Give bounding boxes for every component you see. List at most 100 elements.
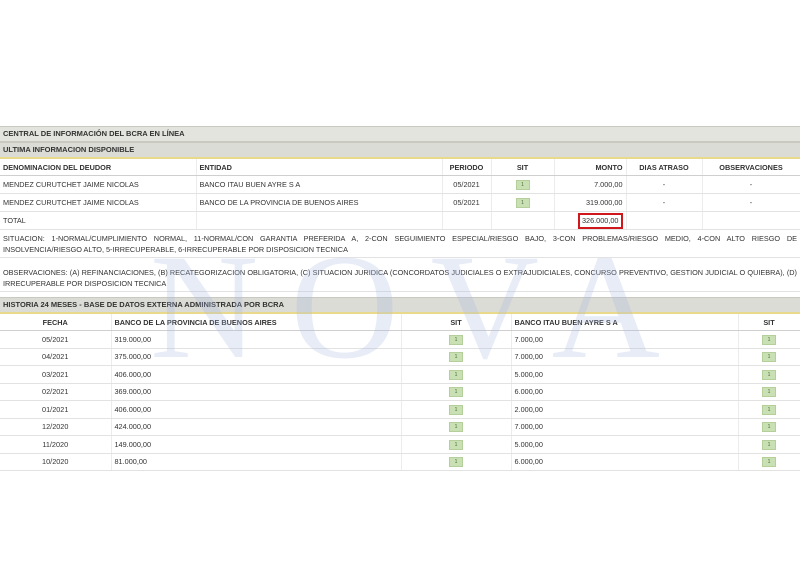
entidad-cell: BANCO DE LA PROVINCIA DE BUENOS AIRES bbox=[196, 193, 443, 212]
sit-badge: 1 bbox=[449, 369, 463, 380]
fecha-cell: 04/2021 bbox=[0, 348, 112, 366]
sit-provincia-cell: 1 bbox=[401, 453, 512, 471]
col-monto: MONTO bbox=[554, 159, 627, 176]
total-value: 326.000,00 bbox=[577, 212, 623, 229]
provincia-monto-cell: 149.000,00 bbox=[111, 435, 402, 454]
deudor-cell: MENDEZ CURUTCHET JAIME NICOLAS bbox=[0, 175, 197, 194]
col-sit: SIT bbox=[491, 159, 555, 176]
periodo-cell: 05/2021 bbox=[442, 175, 492, 194]
sit-provincia-cell: 1 bbox=[401, 400, 512, 419]
provincia-monto-cell: 369.000,00 bbox=[111, 383, 402, 401]
total-label: TOTAL bbox=[0, 211, 197, 230]
sit-badge: 1 bbox=[515, 198, 530, 208]
sit-itau-cell: 1 bbox=[738, 365, 800, 384]
table-row: MENDEZ CURUTCHET JAIME NICOLAS BANCO DE … bbox=[0, 193, 800, 212]
table-row: 05/2021 319.000,00 1 7.000,00 1 bbox=[0, 330, 800, 349]
historia-title: HISTORIA 24 MESES - BASE DE DATOS EXTERN… bbox=[0, 297, 800, 314]
col-sit-itau: SIT bbox=[738, 314, 800, 331]
table-row: 01/2021 406.000,00 1 2.000,00 1 bbox=[0, 400, 800, 419]
fecha-cell: 12/2020 bbox=[0, 418, 112, 436]
table-row: 04/2021 375.000,00 1 7.000,00 1 bbox=[0, 348, 800, 366]
deudas-table: DENOMINACION DEL DEUDOR ENTIDAD PERIODO … bbox=[0, 159, 800, 230]
col-banco-itau: BANCO ITAU BUEN AYRE S A bbox=[511, 314, 739, 331]
itau-monto-cell: 5.000,00 bbox=[511, 435, 739, 454]
provincia-monto-cell: 319.000,00 bbox=[111, 330, 402, 349]
itau-monto-cell: 6.000,00 bbox=[511, 453, 739, 471]
fecha-cell: 10/2020 bbox=[0, 453, 112, 471]
fecha-cell: 01/2021 bbox=[0, 400, 112, 419]
table-row: 10/2020 81.000,00 1 6.000,00 1 bbox=[0, 453, 800, 471]
col-entidad: ENTIDAD bbox=[196, 159, 443, 176]
col-deudor: DENOMINACION DEL DEUDOR bbox=[0, 159, 197, 176]
sit-badge: 1 bbox=[762, 387, 776, 398]
bcra-report: CENTRAL DE INFORMACIÓN DEL BCRA EN LÍNEA… bbox=[0, 126, 800, 471]
sit-badge: 1 bbox=[449, 439, 463, 450]
sit-badge: 1 bbox=[762, 422, 776, 433]
itau-monto-cell: 7.000,00 bbox=[511, 330, 739, 349]
sit-provincia-cell: 1 bbox=[401, 348, 512, 366]
sit-itau-cell: 1 bbox=[738, 400, 800, 419]
table-row: MENDEZ CURUTCHET JAIME NICOLAS BANCO ITA… bbox=[0, 175, 800, 194]
sit-provincia-cell: 1 bbox=[401, 330, 512, 349]
fecha-cell: 03/2021 bbox=[0, 365, 112, 384]
itau-monto-cell: 7.000,00 bbox=[511, 348, 739, 366]
observaciones-legend: OBSERVACIONES: (A) REFINANCIACIONES, (B)… bbox=[0, 264, 800, 292]
itau-monto-cell: 7.000,00 bbox=[511, 418, 739, 436]
sit-itau-cell: 1 bbox=[738, 435, 800, 454]
sit-badge: 1 bbox=[515, 180, 530, 190]
sit-badge: 1 bbox=[762, 404, 776, 415]
sit-itau-cell: 1 bbox=[738, 383, 800, 401]
monto-cell: 7.000,00 bbox=[554, 175, 627, 194]
situacion-legend: SITUACION: 1-NORMAL/CUMPLIMIENTO NORMAL,… bbox=[0, 230, 800, 258]
col-banco-provincia: BANCO DE LA PROVINCIA DE BUENOS AIRES bbox=[111, 314, 402, 331]
total-row: TOTAL 326.000,00 bbox=[0, 211, 800, 230]
provincia-monto-cell: 406.000,00 bbox=[111, 365, 402, 384]
itau-monto-cell: 5.000,00 bbox=[511, 365, 739, 384]
entidad-cell: BANCO ITAU BUEN AYRE S A bbox=[196, 175, 443, 194]
deudas-header-row: DENOMINACION DEL DEUDOR ENTIDAD PERIODO … bbox=[0, 159, 800, 176]
fecha-cell: 11/2020 bbox=[0, 435, 112, 454]
sit-provincia-cell: 1 bbox=[401, 418, 512, 436]
table-row: 02/2021 369.000,00 1 6.000,00 1 bbox=[0, 383, 800, 401]
sit-itau-cell: 1 bbox=[738, 348, 800, 366]
col-fecha: FECHA bbox=[0, 314, 112, 331]
provincia-monto-cell: 375.000,00 bbox=[111, 348, 402, 366]
sit-itau-cell: 1 bbox=[738, 330, 800, 349]
table-row: 12/2020 424.000,00 1 7.000,00 1 bbox=[0, 418, 800, 436]
provincia-monto-cell: 424.000,00 bbox=[111, 418, 402, 436]
sit-provincia-cell: 1 bbox=[401, 365, 512, 384]
obs-cell: - bbox=[702, 193, 800, 212]
sit-badge: 1 bbox=[449, 457, 463, 468]
sit-provincia-cell: 1 bbox=[401, 383, 512, 401]
col-periodo: PERIODO bbox=[442, 159, 492, 176]
provincia-monto-cell: 406.000,00 bbox=[111, 400, 402, 419]
fecha-cell: 05/2021 bbox=[0, 330, 112, 349]
monto-cell: 319.000,00 bbox=[554, 193, 627, 212]
col-sit-provincia: SIT bbox=[401, 314, 512, 331]
sit-badge: 1 bbox=[449, 387, 463, 398]
col-observaciones: OBSERVACIONES bbox=[702, 159, 800, 176]
sit-badge: 1 bbox=[762, 352, 776, 363]
ultima-title: ULTIMA INFORMACION DISPONIBLE bbox=[0, 142, 800, 159]
itau-monto-cell: 2.000,00 bbox=[511, 400, 739, 419]
historia-table: FECHA BANCO DE LA PROVINCIA DE BUENOS AI… bbox=[0, 314, 800, 471]
sit-badge: 1 bbox=[449, 352, 463, 363]
dias-cell: - bbox=[626, 193, 703, 212]
deudor-cell: MENDEZ CURUTCHET JAIME NICOLAS bbox=[0, 193, 197, 212]
sit-itau-cell: 1 bbox=[738, 418, 800, 436]
sit-badge: 1 bbox=[449, 334, 463, 345]
dias-cell: - bbox=[626, 175, 703, 194]
sit-badge: 1 bbox=[449, 404, 463, 415]
periodo-cell: 05/2021 bbox=[442, 193, 492, 212]
sit-provincia-cell: 1 bbox=[401, 435, 512, 454]
sit-badge: 1 bbox=[762, 369, 776, 380]
table-row: 03/2021 406.000,00 1 5.000,00 1 bbox=[0, 365, 800, 384]
obs-cell: - bbox=[702, 175, 800, 194]
col-dias-atraso: DIAS ATRASO bbox=[626, 159, 703, 176]
fecha-cell: 02/2021 bbox=[0, 383, 112, 401]
sit-badge: 1 bbox=[762, 439, 776, 450]
provincia-monto-cell: 81.000,00 bbox=[111, 453, 402, 471]
historia-header-row: FECHA BANCO DE LA PROVINCIA DE BUENOS AI… bbox=[0, 314, 800, 331]
table-row: 11/2020 149.000,00 1 5.000,00 1 bbox=[0, 435, 800, 454]
sit-badge: 1 bbox=[762, 457, 776, 468]
